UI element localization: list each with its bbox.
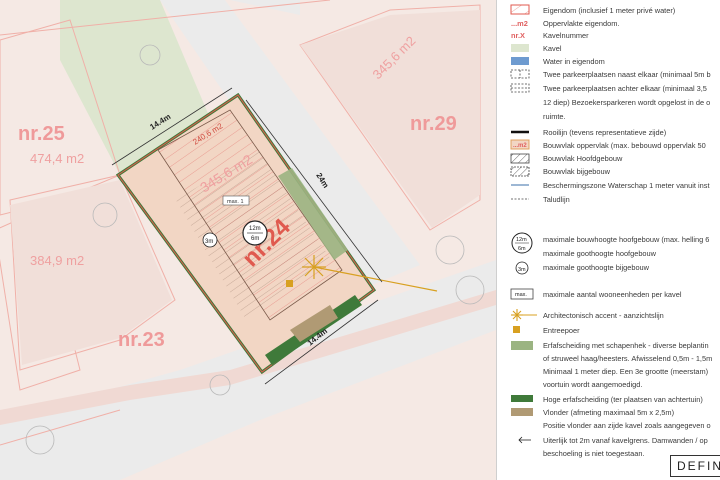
- site-map[interactable]: nr.25 474,4 m2 345,6 m2 nr.29 384,9 m2 n…: [0, 0, 496, 480]
- svg-text:Water in eigendom: Water in eigendom: [543, 57, 605, 66]
- svg-text:Vlonder (afmeting maximaal 5m: Vlonder (afmeting maximaal 5m x 2,5m): [543, 408, 674, 417]
- legend-max-units: max. maximale aantal wooneenheden per ka…: [510, 288, 682, 300]
- legend-panel: Eigendom (inclusief 1 meter privé water)…: [496, 0, 720, 480]
- legend-building-line: Rooilijn (tevens representatieve zijde): [511, 128, 666, 137]
- legend-accent: Architectonisch accent - aanzichtslijn: [511, 309, 664, 321]
- svg-text:Oppervlakte eigendom.: Oppervlakte eigendom.: [543, 19, 619, 28]
- svg-text:Eigendom (inclusief 1 meter pr: Eigendom (inclusief 1 meter privé water): [543, 6, 675, 15]
- svg-text:beschoeling is niet toegestaan: beschoeling is niet toegestaan.: [543, 449, 645, 458]
- legend-lot-code: nr.X Kavelnummer: [511, 31, 589, 40]
- legend-deck: Vlonder (afmeting maximaal 5m x 2,5m) Po…: [511, 408, 711, 430]
- svg-text:Minimaal 1 meter diep. Een 3e: Minimaal 1 meter diep. Een 3e grootte (m…: [543, 367, 708, 376]
- svg-text:6m: 6m: [518, 246, 526, 252]
- svg-text:3m: 3m: [518, 267, 526, 273]
- legend-area-code: ...m2 Oppervlakte eigendom.: [511, 19, 619, 28]
- legend-lot: Kavel: [511, 44, 562, 53]
- legend-parking-behind: Twee parkeerplaatsen achter elkaar (mini…: [510, 83, 710, 121]
- svg-text:...m2: ...m2: [511, 19, 528, 28]
- svg-text:voortuin wordt aangemoedigd.: voortuin wordt aangemoedigd.: [543, 380, 642, 389]
- svg-text:nr.X: nr.X: [511, 31, 525, 40]
- legend-slope: Taludlijn: [511, 195, 570, 204]
- plot-plan-screen: nr.25 474,4 m2 345,6 m2 nr.29 384,9 m2 n…: [0, 0, 720, 480]
- svg-text:Beschermingszone Waterschap 1: Beschermingszone Waterschap 1 meter vanu…: [543, 181, 710, 190]
- max-units-label: max. 1: [227, 199, 244, 205]
- legend-ownership: Eigendom (inclusief 1 meter privé water): [510, 4, 675, 15]
- definitive-stamp: DEFINI: [670, 455, 720, 477]
- svg-text:maximale aantal wooneenheden p: maximale aantal wooneenheden per kavel: [543, 290, 682, 299]
- legend-parking-side: Twee parkeerplaatsen naast elkaar (minim…: [510, 69, 711, 79]
- svg-text:Twee parkeerplaatsen naast elk: Twee parkeerplaatsen naast elkaar (minim…: [543, 70, 711, 79]
- legend-entrance: Entreepoer: [513, 326, 580, 335]
- svg-text:Bouwvlak oppervlak (max. bebou: Bouwvlak oppervlak (max. bebouwd oppervl…: [543, 141, 706, 150]
- legend-high-fence: Hoge erfafscheiding (ter plaatsen van ac…: [511, 395, 703, 404]
- legend-water: Water in eigendom: [511, 57, 605, 66]
- lot-25-number: nr.25: [18, 123, 65, 145]
- height-main-bottom: 6m: [251, 236, 259, 242]
- lot-23-area: 384,9 m2: [30, 253, 84, 268]
- svg-text:of struweel haag/heesters. Afw: of struweel haag/heesters. Afwisselend 0…: [543, 354, 712, 363]
- svg-text:Bouwvlak Hoofdgebouw: Bouwvlak Hoofdgebouw: [543, 154, 623, 163]
- lot-25-area: 474,4 m2: [30, 151, 84, 166]
- legend-gutter-annex: 3m maximale goothoogte bijgebouw: [515, 261, 650, 275]
- legend-main-building: Bouwvlak Hoofdgebouw: [510, 153, 623, 164]
- lot-29-number: nr.29: [410, 113, 457, 135]
- svg-text:12m: 12m: [516, 237, 527, 243]
- legend-gutter-main: maximale goothoogte hoofgebouw: [543, 249, 657, 258]
- svg-text:...m2: ...m2: [513, 143, 527, 149]
- height-annex-label: 3m: [205, 239, 213, 245]
- svg-text:maximale bouwhoogte hoofgebouw: maximale bouwhoogte hoofgebouw (max. hel…: [543, 235, 709, 244]
- svg-text:Positie vlonder aan zijde kave: Positie vlonder aan zijde kavel zoals aa…: [543, 421, 711, 430]
- svg-text:Taludlijn: Taludlijn: [543, 195, 570, 204]
- svg-text:Rooilijn (tevens representatie: Rooilijn (tevens representatieve zijde): [543, 128, 666, 137]
- legend-annex: Bouwvlak bijgebouw: [510, 166, 611, 177]
- svg-text:Twee parkeerplaatsen achter el: Twee parkeerplaatsen achter elkaar (mini…: [543, 84, 707, 93]
- svg-text:max.: max.: [515, 292, 527, 298]
- svg-text:Hoge erfafscheiding (ter plaat: Hoge erfafscheiding (ter plaatsen van ac…: [543, 395, 703, 404]
- height-main-top: 12m: [249, 226, 261, 232]
- svg-text:maximale goothoogte hoofgebouw: maximale goothoogte hoofgebouw: [543, 249, 657, 258]
- svg-text:Kavelnummer: Kavelnummer: [543, 31, 589, 40]
- svg-text:Erfafscheiding met schapenhek: Erfafscheiding met schapenhek - diverse …: [543, 341, 709, 350]
- svg-text:12 diep) Bezoekersparkeren wor: 12 diep) Bezoekersparkeren wordt opgelos…: [543, 98, 710, 107]
- svg-text:Bouwvlak bijgebouw: Bouwvlak bijgebouw: [543, 167, 611, 176]
- svg-text:ruimte.: ruimte.: [543, 112, 566, 121]
- svg-text:Architectonisch accent - aanzi: Architectonisch accent - aanzichtslijn: [543, 311, 664, 320]
- legend-protection-zone: Beschermingszone Waterschap 1 meter vanu…: [511, 181, 710, 190]
- svg-text:Entreepoer: Entreepoer: [543, 326, 580, 335]
- svg-text:maximale goothoogte bijgebouw: maximale goothoogte bijgebouw: [543, 263, 650, 272]
- entrance-marker: [286, 280, 293, 287]
- legend-building-area: ...m2 Bouwvlak oppervlak (max. bebouwd o…: [510, 139, 706, 150]
- lot-23-number: nr.23: [118, 329, 165, 351]
- svg-text:Kavel: Kavel: [543, 44, 562, 53]
- legend-hedge: Erfafscheiding met schapenhek - diverse …: [511, 341, 712, 389]
- svg-text:Uiterlijk tot 2m vanaf kavelgr: Uiterlijk tot 2m vanaf kavelgrens. Damwa…: [543, 436, 708, 445]
